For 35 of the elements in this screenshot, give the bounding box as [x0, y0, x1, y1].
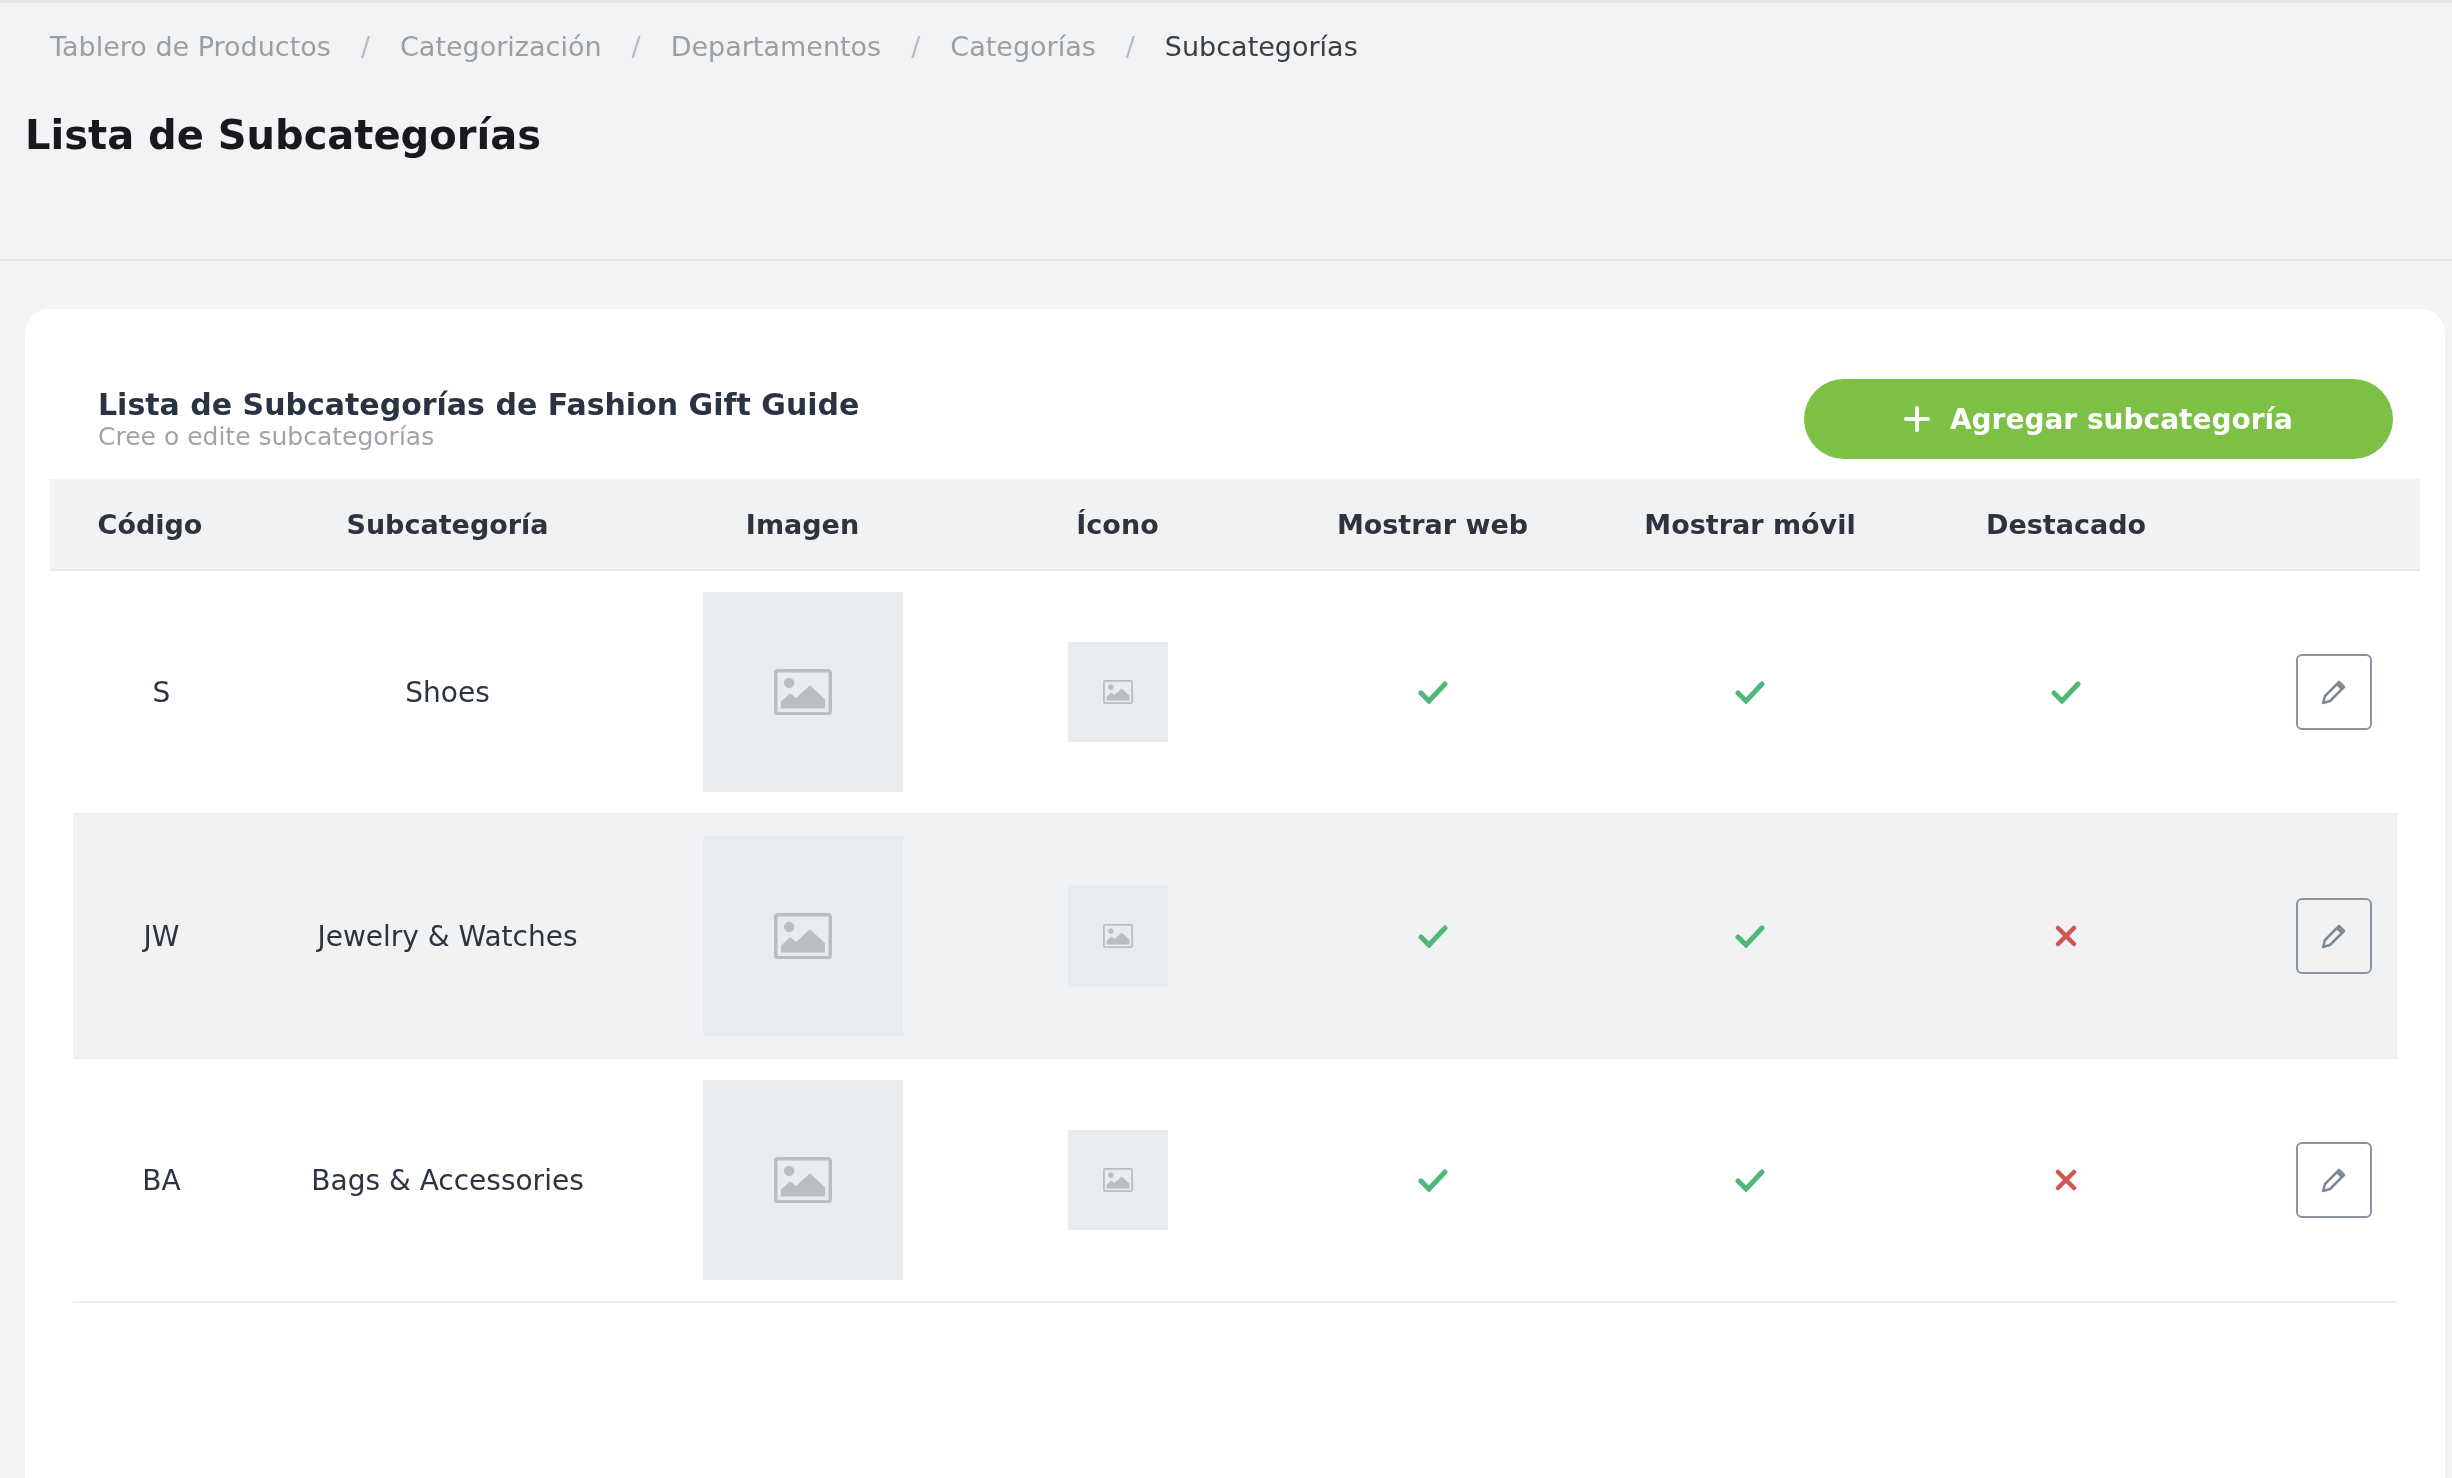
image-placeholder-icon [1102, 1168, 1133, 1192]
image-placeholder-icon [1102, 924, 1133, 948]
breadcrumb-separator: / [1125, 31, 1135, 62]
column-header: Mostrar web [1336, 508, 1529, 540]
column-header: Código [97, 508, 203, 540]
table-cell: Shoes [405, 675, 490, 709]
breadcrumb-separator: / [360, 31, 370, 62]
image-placeholder-icon [773, 912, 832, 960]
table-cell: Bags & Accessories [311, 1163, 584, 1197]
image-placeholder-icon [773, 668, 832, 716]
breadcrumb-link[interactable]: Departamentos [670, 31, 882, 62]
table-cell: JW [143, 919, 180, 953]
table-cell: S [152, 675, 171, 709]
column-header: Destacado [1986, 508, 2146, 540]
table-cell: Jewelry & Watches [317, 919, 578, 953]
card-subtitle: Cree o edite subcategorías [98, 422, 436, 451]
edit-button[interactable] [2296, 654, 2372, 730]
column-header: Subcategoría [346, 508, 549, 540]
column-header: Mostrar móvil [1644, 508, 1856, 540]
page-title: Lista de Subcategorías [25, 112, 542, 158]
breadcrumb-link[interactable]: Categorías [950, 31, 1096, 62]
image-placeholder-icon [1102, 680, 1133, 704]
column-header: Ícono [1076, 508, 1159, 540]
edit-button[interactable] [2296, 898, 2372, 974]
image-placeholder-icon [773, 1156, 832, 1204]
add-subcategory-button[interactable]: Agregar subcategoría [1803, 379, 2393, 459]
plus-icon [1903, 406, 1930, 432]
card-title: Lista de Subcategorías de Fashion Gift Guide [98, 387, 860, 422]
breadcrumb-link[interactable]: Categorización [400, 31, 602, 62]
table-cell: BA [142, 1163, 181, 1197]
edit-button[interactable] [2296, 1142, 2372, 1218]
breadcrumb-link[interactable]: Tablero de Productos [50, 31, 331, 62]
column-header: Imagen [745, 508, 860, 540]
breadcrumb-separator: / [911, 31, 921, 62]
breadcrumb-separator: / [631, 31, 641, 62]
